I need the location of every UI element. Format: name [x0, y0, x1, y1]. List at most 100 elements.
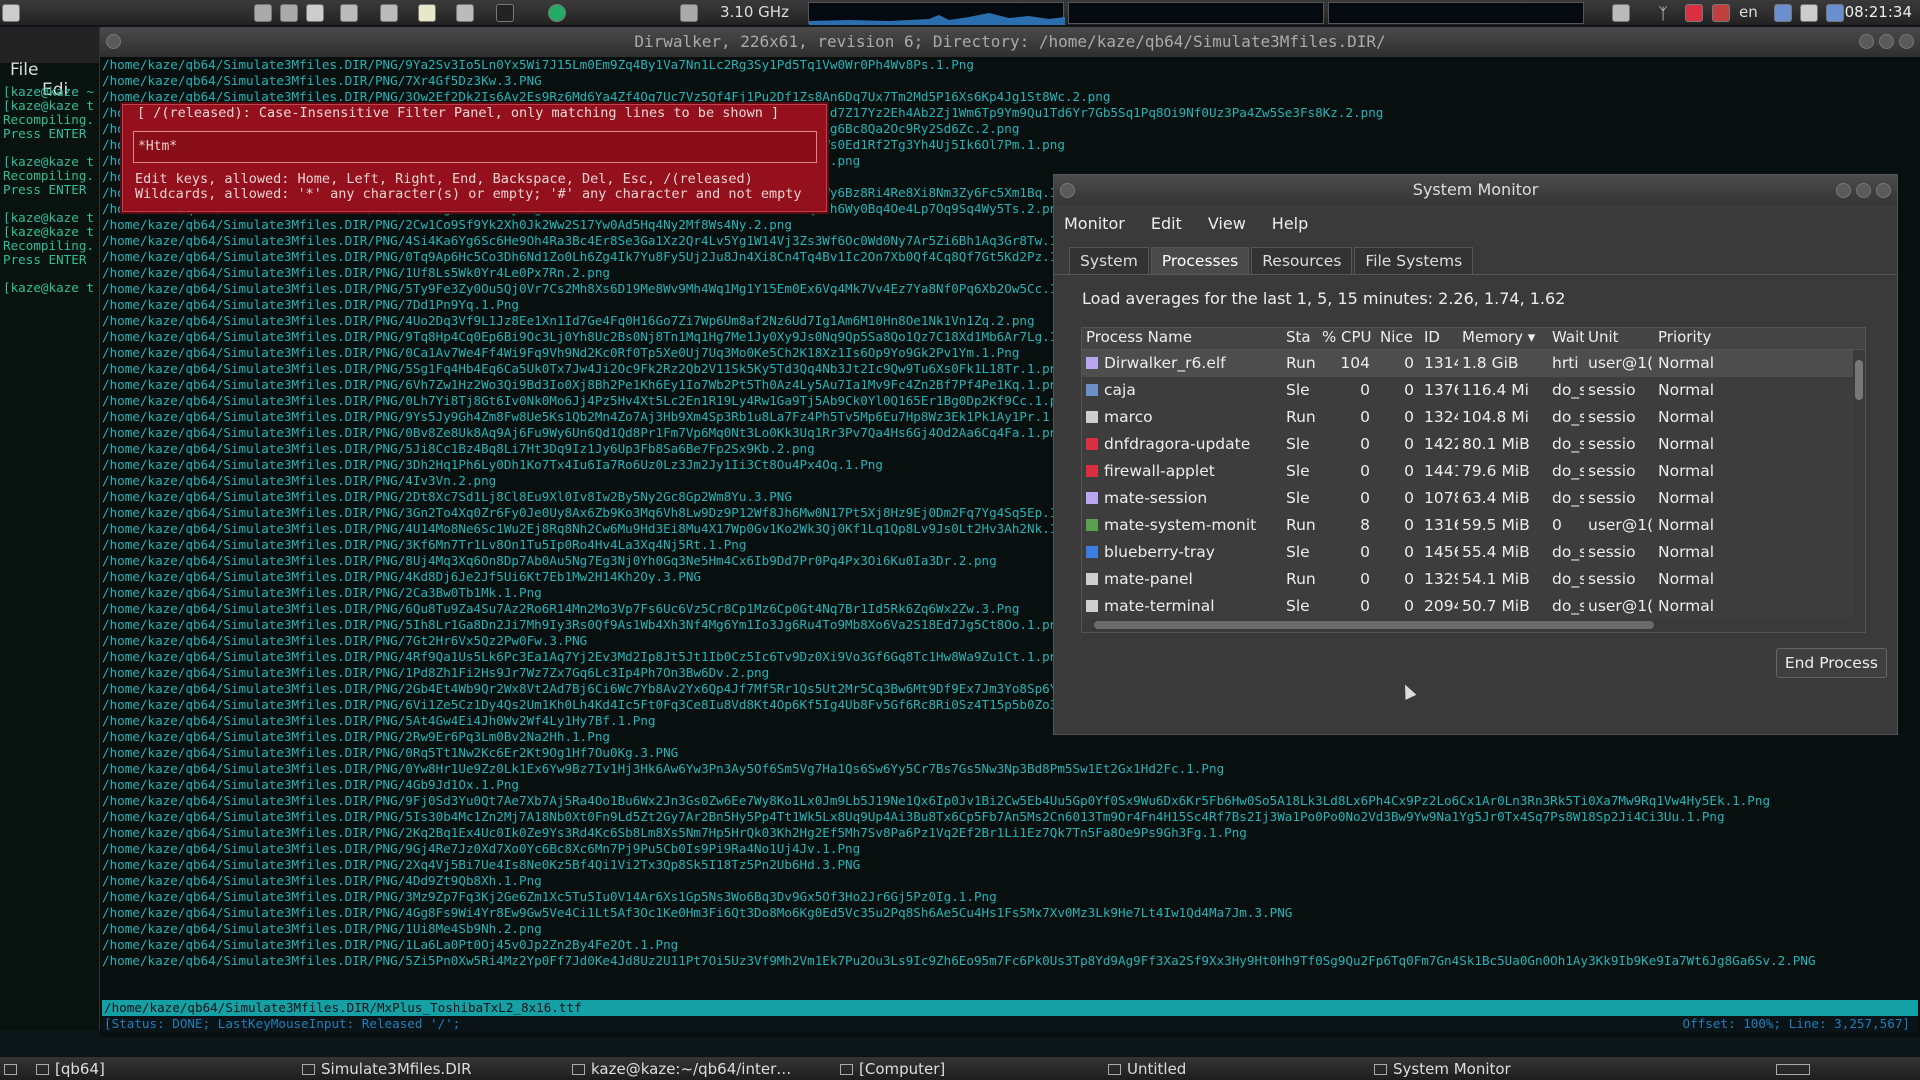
notification-icon[interactable] — [1826, 4, 1844, 22]
menu-icon[interactable] — [2, 4, 20, 22]
menu-edit[interactable]: Edit — [1151, 214, 1182, 233]
clock[interactable]: 08:21:34 — [1845, 3, 1912, 21]
tab-processes[interactable]: Processes — [1150, 247, 1250, 274]
window-menu-icon[interactable] — [1060, 183, 1075, 198]
process-row[interactable]: caja Sle 0 0 1376116.4 Mi do_ssessio Normal — [1082, 377, 1865, 404]
process-row[interactable]: mate-terminal Sle 0 0 209450.7 MiB do_suser@1… — [1082, 593, 1865, 620]
text-editor-icon[interactable] — [418, 4, 436, 22]
scrollbar-thumb[interactable] — [1094, 621, 1654, 629]
volume-icon[interactable] — [1612, 4, 1630, 22]
column-cpu[interactable]: % CPU — [1318, 328, 1376, 349]
horizontal-scrollbar[interactable] — [1082, 618, 1865, 632]
system-monitor-window[interactable]: System Monitor Monitor Edit View Help Sy… — [1053, 174, 1898, 735]
computer-icon — [840, 1064, 853, 1075]
process-row[interactable]: dnfdragora-update Sle 0 0 142280.1 MiB do_sse… — [1082, 431, 1865, 458]
menu-monitor[interactable]: Monitor — [1064, 214, 1125, 233]
filter-input[interactable]: *Htm* — [133, 131, 817, 163]
taskbar-item-untitled[interactable]: Untitled — [1108, 1059, 1186, 1079]
scrollbar-thumb[interactable] — [1855, 360, 1863, 400]
tab-file-systems[interactable]: File Systems — [1354, 247, 1474, 274]
process-row[interactable]: mate-panel Run 0 0 132954.1 MiB do_ssessio Nor… — [1082, 566, 1865, 593]
minimize-icon[interactable] — [1859, 34, 1874, 49]
process-row[interactable]: mate-session Sle 0 0 107863.4 MiB do_ssessio N… — [1082, 485, 1865, 512]
file-line[interactable]: /home/kaze/qb64/Simulate3Mfiles.DIR/PNG/… — [102, 921, 1918, 937]
app-launcher-icon[interactable] — [306, 4, 324, 22]
column-priority[interactable]: Priority — [1654, 328, 1834, 349]
file-line[interactable]: /home/kaze/qb64/Simulate3Mfiles.DIR/PNG/… — [102, 905, 1918, 921]
left-terminal-window[interactable]: File Edi [kaze@kaze ~ [kaze@kaze t Recompi… — [0, 27, 100, 1030]
file-line[interactable]: /home/kaze/qb64/Simulate3Mfiles.DIR/PNG/… — [102, 825, 1918, 841]
file-line[interactable]: /home/kaze/qb64/Simulate3Mfiles.DIR/PNG/… — [102, 793, 1918, 809]
file-line[interactable]: /home/kaze/qb64/Simulate3Mfiles.DIR/PNG/… — [102, 953, 1918, 969]
process-row[interactable]: mate-system-monit Run 8 0 131659.5 MiB 0 user@… — [1082, 512, 1865, 539]
maximize-icon[interactable] — [1879, 34, 1894, 49]
process-memory: 50.7 MiB — [1462, 597, 1530, 615]
menu-view[interactable]: View — [1208, 214, 1246, 233]
tab-resources[interactable]: Resources — [1251, 247, 1353, 274]
process-row[interactable]: marco Run 0 0 1324104.8 Mi do_ssessio Normal — [1082, 404, 1865, 431]
column-nice[interactable]: Nice — [1376, 328, 1420, 349]
selected-line[interactable]: /home/kaze/qb64/Simulate3Mfiles.DIR/MxPl… — [102, 1000, 1918, 1016]
column-status[interactable]: Sta — [1282, 328, 1318, 349]
file-line[interactable]: /home/kaze/qb64/Simulate3Mfiles.DIR/PNG/… — [102, 745, 1918, 761]
maximize-icon[interactable] — [1856, 183, 1871, 198]
file-line[interactable]: /home/kaze/qb64/Simulate3Mfiles.DIR/PNG/… — [102, 761, 1918, 777]
file-line[interactable]: /home/kaze/qb64/Simulate3Mfiles.DIR/PNG/… — [102, 57, 1918, 73]
menubar: Monitor Edit View Help — [1054, 205, 1897, 241]
process-nice: 0 — [1404, 408, 1414, 426]
file-line[interactable]: /home/kaze/qb64/Simulate3Mfiles.DIR/PNG/… — [102, 857, 1918, 873]
file-line[interactable]: /home/kaze/qb64/Simulate3Mfiles.DIR/PNG/… — [102, 777, 1918, 793]
process-row[interactable]: Dirwalker_r6.elf Run 104 0 13141.8 GiB hrtius… — [1082, 350, 1865, 377]
taskbar-item-qb64[interactable]: [qb64] — [36, 1059, 105, 1079]
workspace-switcher[interactable] — [1776, 1059, 1816, 1079]
column-id[interactable]: ID — [1420, 328, 1458, 349]
column-memory[interactable]: Memory ▾ — [1458, 328, 1548, 349]
keyboard-layout[interactable]: en — [1739, 3, 1758, 21]
terminal-line: Recompiling. — [3, 238, 94, 253]
process-row[interactable]: firewall-applet Sle 0 0 144179.6 MiB do_ssess… — [1082, 458, 1865, 485]
close-icon[interactable] — [1899, 34, 1914, 49]
taskbar-item-simulate3mfiles[interactable]: Simulate3Mfiles.DIR — [302, 1059, 472, 1079]
terminal-icon[interactable] — [496, 4, 514, 22]
browser-icon[interactable] — [548, 4, 566, 22]
file-line[interactable]: /home/kaze/qb64/Simulate3Mfiles.DIR/PNG/… — [102, 889, 1918, 905]
end-process-button[interactable]: End Process — [1775, 648, 1887, 678]
file-line[interactable]: /home/kaze/qb64/Simulate3Mfiles.DIR/PNG/… — [102, 937, 1918, 953]
app-launcher-icon[interactable] — [254, 4, 272, 22]
file-line[interactable]: /home/kaze/qb64/Simulate3Mfiles.DIR/PNG/… — [102, 809, 1918, 825]
column-wait[interactable]: Wait — [1548, 328, 1584, 349]
file-line[interactable]: /home/kaze/qb64/Simulate3Mfiles.DIR/PNG/… — [102, 841, 1918, 857]
vertical-scrollbar[interactable] — [1853, 350, 1865, 620]
show-desktop-icon[interactable] — [4, 1059, 23, 1079]
file-line[interactable]: /home/kaze/qb64/Simulate3Mfiles.DIR/PNG/… — [102, 89, 1918, 105]
menu-file[interactable]: File — [10, 60, 38, 80]
window-menu-icon[interactable] — [106, 34, 121, 49]
process-table[interactable]: Process Name Sta % CPU Nice ID Memory ▾ … — [1081, 327, 1866, 633]
cpu-freq-icon — [680, 4, 698, 22]
taskbar-item-system-monitor[interactable]: System Monitor — [1374, 1059, 1511, 1079]
process-status: Run — [1286, 354, 1316, 372]
column-unit[interactable]: Unit — [1584, 328, 1654, 349]
app-launcher-icon[interactable] — [380, 4, 398, 22]
update-icon[interactable] — [1712, 4, 1730, 22]
column-process-name[interactable]: Process Name — [1082, 328, 1282, 349]
taskbar-item-terminal[interactable]: kaze@kaze:~/qb64/inter… — [572, 1059, 791, 1079]
app-launcher-icon[interactable] — [340, 4, 358, 22]
clipboard-icon[interactable] — [1800, 4, 1818, 22]
close-icon[interactable] — [1876, 183, 1891, 198]
minimize-icon[interactable] — [1836, 183, 1851, 198]
firewall-icon[interactable] — [1685, 4, 1703, 22]
menu-help[interactable]: Help — [1272, 214, 1308, 233]
app-launcher-icon[interactable] — [456, 4, 474, 22]
file-line[interactable]: /home/kaze/qb64/Simulate3Mfiles.DIR/PNG/… — [102, 873, 1918, 889]
tab-system[interactable]: System — [1069, 247, 1149, 274]
taskbar-item-computer[interactable]: [Computer] — [840, 1059, 945, 1079]
process-cpu: 0 — [1360, 489, 1370, 507]
network-icon[interactable] — [1774, 4, 1792, 22]
process-unit: user@1( — [1588, 354, 1654, 372]
process-memory: 55.4 MiB — [1462, 543, 1530, 561]
file-line[interactable]: /home/kaze/qb64/Simulate3Mfiles.DIR/PNG/… — [102, 73, 1918, 89]
process-row[interactable]: blueberry-tray Sle 0 0 145655.4 MiB do_ssessi… — [1082, 539, 1865, 566]
bluetooth-icon[interactable]: ᛉ — [1654, 4, 1672, 23]
app-launcher-icon[interactable] — [280, 4, 298, 22]
